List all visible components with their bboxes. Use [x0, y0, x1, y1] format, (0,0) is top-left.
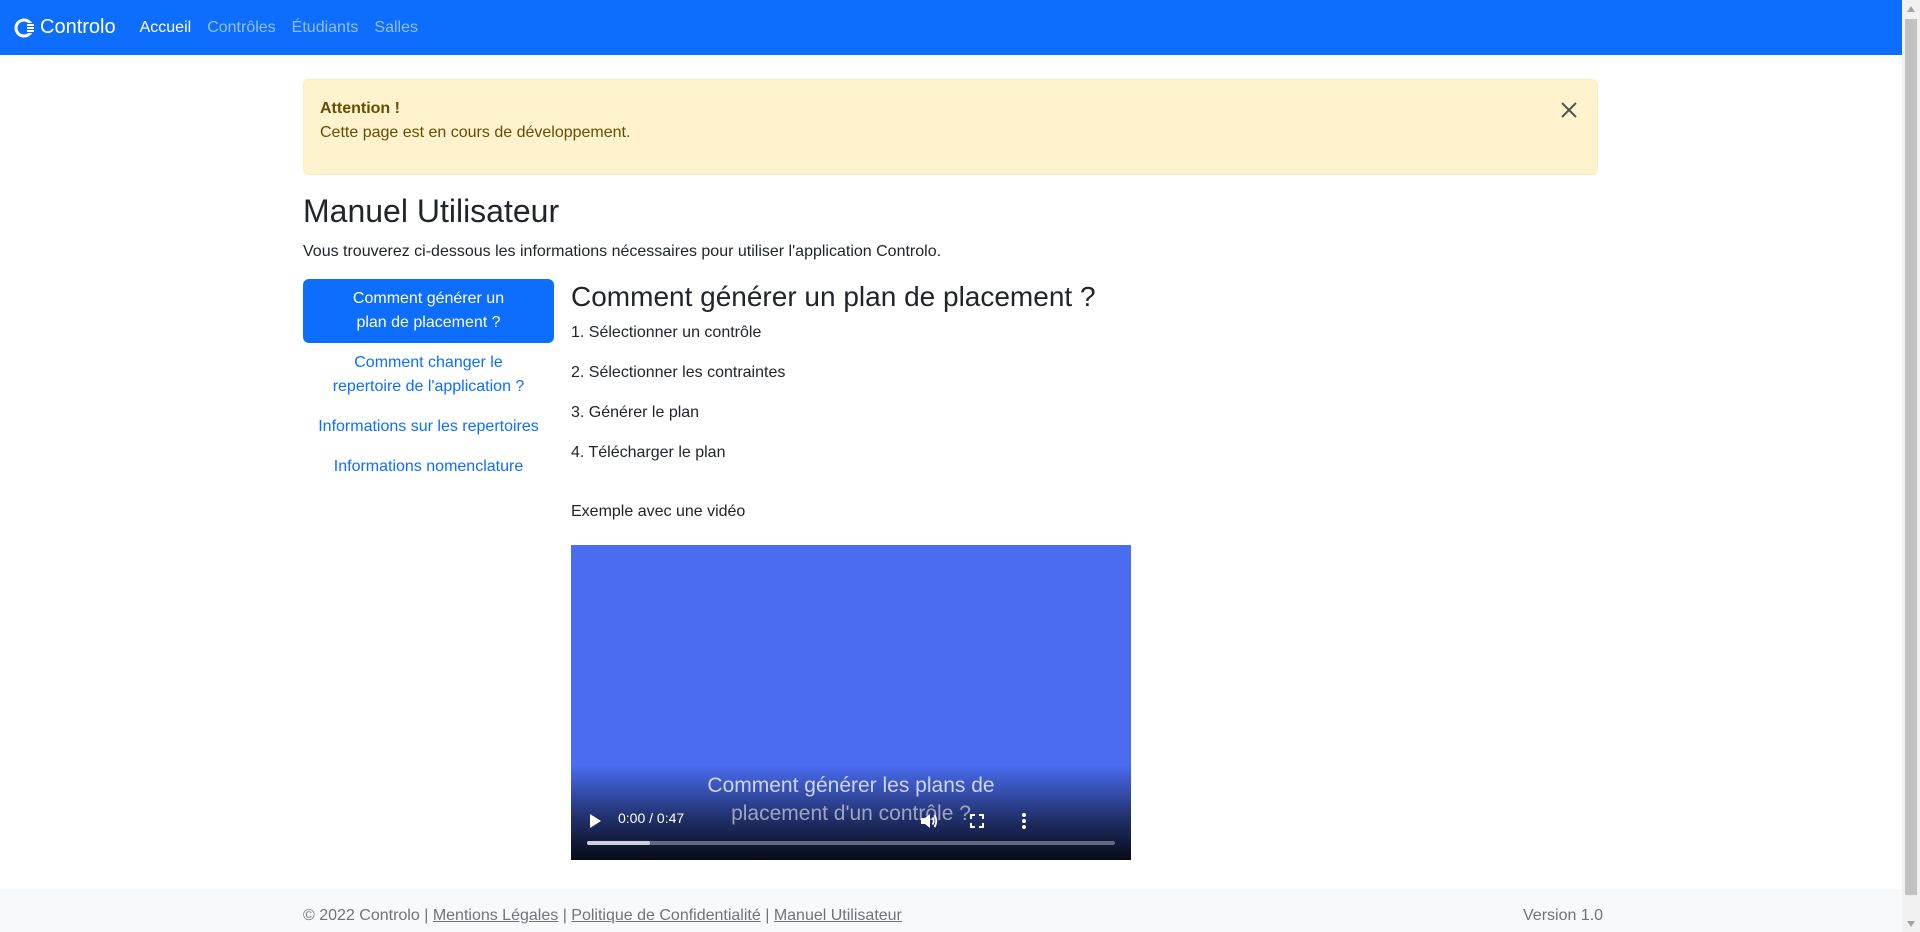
scrollbar-thumb[interactable]	[1905, 19, 1917, 895]
step-item: 2. Sélectionner les contraintes	[571, 364, 786, 381]
footer-version: Version 1.0	[1523, 907, 1604, 924]
controlo-logo-icon	[14, 18, 36, 37]
video-buffered-bar	[587, 841, 651, 845]
video-time: 0:00 / 0:47	[618, 810, 685, 826]
footer-separator: |	[765, 907, 770, 924]
play-icon[interactable]	[588, 813, 602, 829]
nav-link-controles[interactable]: Contrôles	[207, 19, 275, 37]
brand[interactable]: Controlo	[14, 16, 116, 39]
step-item: 1. Sélectionner un contrôle	[571, 324, 762, 341]
sidebar-item-changer-repertoire[interactable]: Comment changer le repertoire de l'appli…	[303, 343, 554, 407]
nav-links: Accueil Contrôles Étudiants Salles	[140, 19, 434, 37]
sidebar-item-label: Informations sur les repertoires	[318, 418, 539, 435]
alert-text: Cette page est en cours de développement…	[320, 124, 631, 141]
video-controls: 0:00 / 0:47	[571, 800, 1131, 860]
footer-copyright: © 2022 Controlo |	[303, 907, 429, 924]
scroll-down-arrow-icon[interactable]	[1902, 915, 1920, 932]
sidebar-nav: Comment générer un plan de placement ? C…	[303, 279, 554, 487]
footer-separator: |	[562, 907, 567, 924]
video-progress-bar[interactable]	[587, 841, 1115, 845]
navbar: Controlo Accueil Contrôles Étudiants Sal…	[0, 0, 1902, 55]
footer-link-politique-confidentialite[interactable]: Politique de Confidentialité	[571, 907, 760, 924]
page-scrollbar[interactable]	[1902, 0, 1920, 932]
content-section: Comment générer un plan de placement ? 1…	[571, 279, 1371, 521]
footer-left: © 2022 Controlo | Mentions Légales | Pol…	[303, 907, 902, 925]
step-item: 4. Télécharger le plan	[571, 444, 726, 461]
sidebar-item-label-line1: Comment générer un	[352, 290, 505, 307]
scroll-up-arrow-icon[interactable]	[1902, 0, 1920, 17]
nav-link-etudiants[interactable]: Étudiants	[292, 19, 359, 37]
sidebar-item-informations-nomenclature[interactable]: Informations nomenclature	[303, 447, 554, 487]
footer-link-manuel-utilisateur[interactable]: Manuel Utilisateur	[774, 907, 902, 924]
volume-icon[interactable]	[920, 812, 938, 830]
sidebar-item-generer-plan[interactable]: Comment générer un plan de placement ?	[303, 279, 554, 343]
fullscreen-icon[interactable]	[970, 814, 984, 828]
more-options-icon[interactable]	[1021, 812, 1027, 830]
sidebar-item-label-line1: Comment changer le	[354, 354, 503, 371]
footer: © 2022 Controlo | Mentions Légales | Pol…	[0, 889, 1902, 932]
nav-link-accueil[interactable]: Accueil	[140, 19, 192, 37]
sidebar-item-label: Informations nomenclature	[333, 458, 524, 475]
sidebar-item-label-line2: plan de placement ?	[356, 314, 501, 331]
alert-title: Attention !	[320, 100, 400, 117]
brand-name: Controlo	[40, 16, 116, 38]
video-player[interactable]: Comment générer les plans de placement d…	[571, 545, 1131, 860]
sidebar-item-label-line2: repertoire de l'application ?	[332, 378, 525, 395]
footer-link-mentions-legales[interactable]: Mentions Légales	[433, 907, 558, 924]
step-item: 3. Générer le plan	[571, 404, 700, 421]
close-icon[interactable]	[1557, 98, 1581, 122]
page-intro: Vous trouverez ci-dessous les informatio…	[303, 243, 942, 260]
nav-link-salles[interactable]: Salles	[374, 19, 418, 37]
page-title: Manuel Utilisateur	[303, 193, 560, 229]
section-title: Comment générer un plan de placement ?	[571, 281, 1096, 312]
example-label: Exemple avec une vidéo	[571, 503, 746, 520]
video-caption-line1: Comment générer les plans de	[707, 774, 995, 797]
warning-alert: Attention ! Cette page est en cours de d…	[303, 79, 1598, 175]
sidebar-item-informations-repertoires[interactable]: Informations sur les repertoires	[303, 407, 554, 447]
